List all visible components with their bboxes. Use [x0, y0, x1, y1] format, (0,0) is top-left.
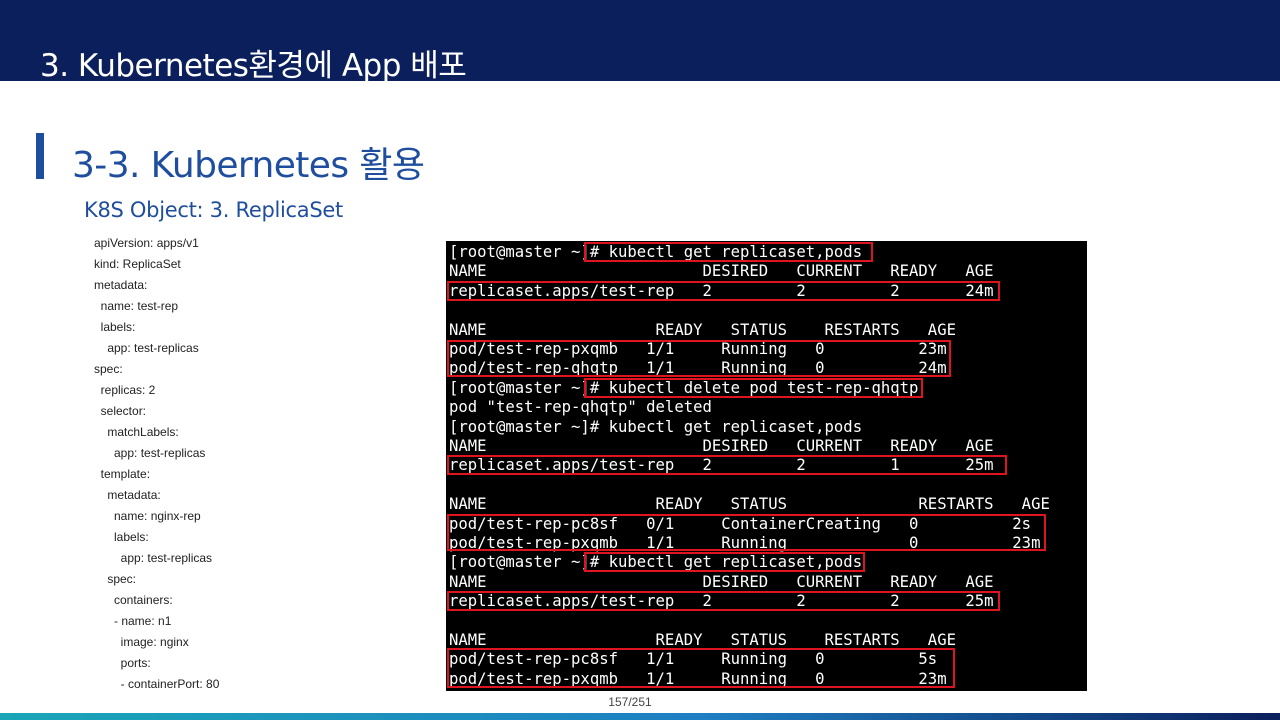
yaml-line: replicas: 2 [94, 383, 156, 397]
terminal-line: NAME READY STATUS RESTARTS AGE [449, 320, 956, 339]
header-bar: 3. Kubernetes환경에 App 배포 [0, 0, 1280, 84]
yaml-line: app: test-replicas [94, 551, 213, 565]
yaml-line: - name: n1 [94, 614, 172, 628]
terminal-line: NAME READY STATUS RESTARTS AGE [449, 495, 1050, 514]
highlight-replicaset-row-2 [447, 455, 1007, 475]
yaml-line: metadata: [94, 278, 148, 292]
subsection-title: K8S Object: 3. ReplicaSet [84, 198, 343, 222]
page-number: 157/251 [608, 695, 652, 709]
yaml-line: matchLabels: [94, 425, 179, 439]
terminal-line: NAME DESIRED CURRENT READY AGE [449, 262, 994, 281]
yaml-line: - containerPort: 80 [94, 677, 220, 691]
terminal-line: NAME DESIRED CURRENT READY AGE [449, 437, 994, 455]
section-accent-bar [36, 133, 44, 179]
yaml-line: selector: [94, 404, 147, 418]
footer-gradient-bar [0, 713, 1280, 720]
yaml-line: spec: [94, 362, 123, 376]
yaml-line: name: test-rep [94, 299, 179, 313]
highlight-replicaset-row-3 [447, 591, 1000, 611]
yaml-line: metadata: [94, 488, 161, 502]
highlight-pods-1 [447, 340, 951, 377]
highlight-command-1 [584, 242, 873, 262]
yaml-line: app: test-replicas [94, 446, 206, 460]
highlight-replicaset-row-1 [447, 281, 1000, 301]
yaml-line: ports: [94, 656, 151, 670]
yaml-line: apiVersion: apps/v1 [94, 236, 199, 250]
yaml-line: labels: [94, 320, 136, 334]
section-title: 3-3. Kubernetes 활용 [72, 145, 425, 186]
yaml-manifest: apiVersion: apps/v1 kind: ReplicaSet metad… [94, 233, 219, 695]
yaml-line: spec: [94, 572, 137, 586]
highlight-command-2 [584, 378, 923, 398]
yaml-line: labels: [94, 530, 149, 544]
yaml-line: app: test-replicas [94, 341, 199, 355]
header-title: 3. Kubernetes환경에 App 배포 [40, 48, 467, 84]
terminal-line: pod "test-rep-qhqtp" deleted [449, 398, 712, 417]
terminal-screenshot: pod/test-rep-pxqmb 1/1 Running 0 23m pod/… [446, 241, 1087, 691]
highlight-command-3 [584, 552, 865, 572]
yaml-line: name: nginx-rep [94, 509, 201, 523]
highlight-pods-2 [447, 514, 1046, 551]
yaml-line: image: nginx [94, 635, 189, 649]
terminal-line: NAME DESIRED CURRENT READY AGE [449, 572, 994, 591]
terminal-line: [root@master ~]# kubectl get replicaset,… [449, 417, 863, 436]
highlight-pods-3 [447, 648, 955, 688]
yaml-line: containers: [94, 593, 173, 607]
yaml-line: kind: ReplicaSet [94, 257, 181, 271]
yaml-line: template: [94, 467, 151, 481]
